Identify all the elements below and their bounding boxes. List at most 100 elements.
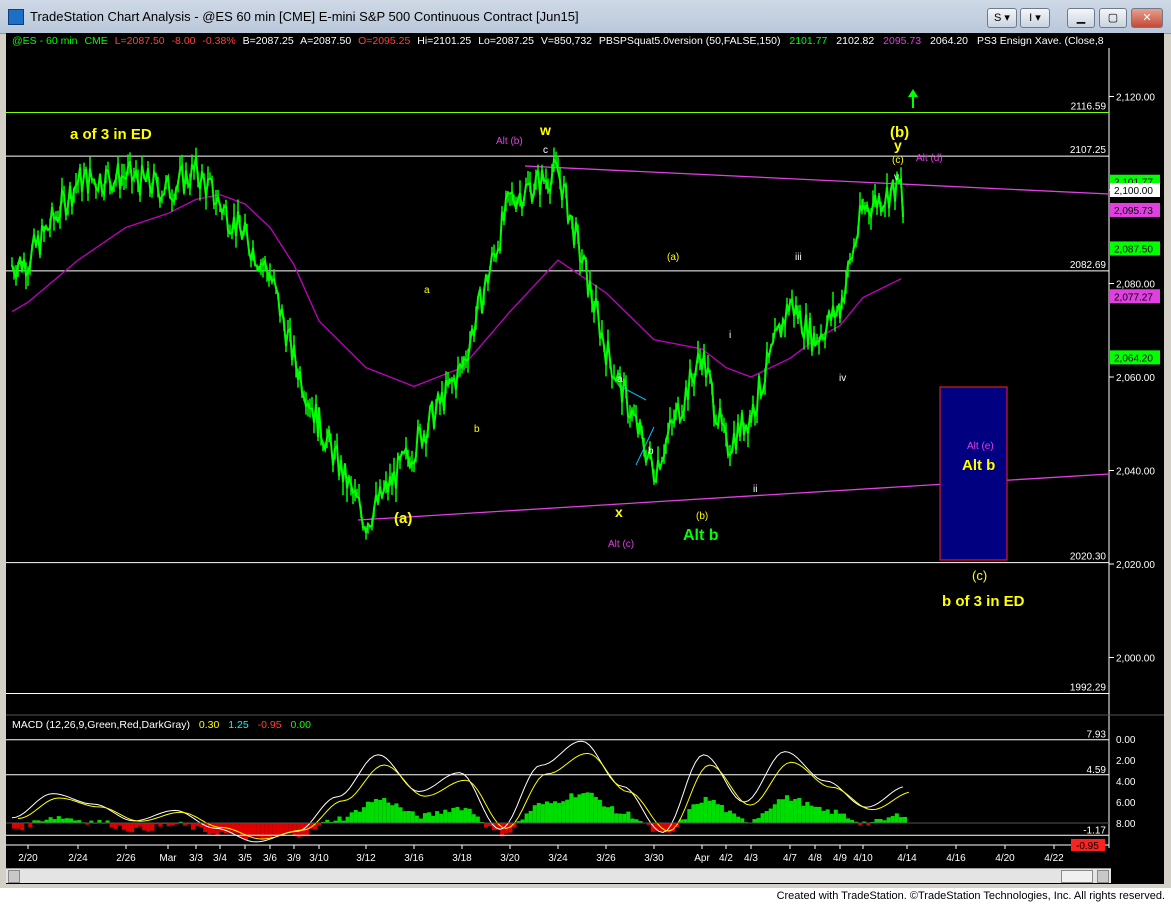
time-tick-label: 3/12 bbox=[356, 853, 376, 864]
level-label: 2116.59 bbox=[1071, 101, 1107, 112]
macd-hist-bar bbox=[264, 823, 269, 839]
last-value-label: 2,100.00 bbox=[1114, 186, 1153, 197]
macd-hist-bar bbox=[736, 816, 741, 824]
time-tick-label: 4/20 bbox=[995, 853, 1015, 864]
macd-hist-bar bbox=[252, 823, 257, 837]
macd-hist-bar bbox=[825, 809, 830, 824]
macd-hist-bar bbox=[601, 806, 606, 824]
time-tick-label: 2/20 bbox=[18, 853, 38, 864]
last-value-label: 2,095.73 bbox=[1114, 206, 1153, 217]
macd-level-label: 4.59 bbox=[1087, 765, 1107, 776]
macd-axis: 8.00 6.00 4.00 2.00 0.00 7.93 4.59 -1.17 -0.95 bbox=[6, 730, 1136, 852]
macd-hist-bar bbox=[776, 799, 781, 824]
macd-hist-bar bbox=[549, 803, 554, 824]
macd-hist-bar bbox=[728, 810, 733, 824]
macd-hist-bar bbox=[614, 813, 619, 824]
wave-label: v bbox=[894, 172, 899, 183]
price-tick-label: 2,120.00 bbox=[1116, 93, 1155, 104]
macd-hist-bar bbox=[471, 814, 476, 824]
symbol-s-label: S bbox=[994, 12, 1002, 24]
time-tick-label: 3/20 bbox=[500, 853, 520, 864]
macd-hist-bar bbox=[797, 797, 802, 824]
macd-hist-bar bbox=[483, 823, 488, 828]
macd-hist-bar bbox=[129, 823, 135, 833]
macd-hist-bar bbox=[687, 809, 692, 824]
header-bid: B=2087.25 bbox=[243, 35, 294, 47]
scroll-right-icon[interactable] bbox=[1097, 870, 1109, 883]
time-tick-label: 3/24 bbox=[548, 853, 568, 864]
macd-tick-label: 8.00 bbox=[1116, 819, 1136, 830]
macd-hist-bar bbox=[723, 812, 728, 824]
macd-v3: -0.95 bbox=[258, 719, 282, 731]
time-axis: 2/20 2/24 2/26 Mar 3/3 3/4 3/5 3/6 3/9 3/10 3/12 3/… bbox=[18, 845, 1064, 864]
macd-hist-bar bbox=[402, 811, 407, 824]
macd-series bbox=[11, 740, 910, 843]
header-indicator2: PS3 Ensign Xave. (Close,8 bbox=[977, 35, 1104, 47]
time-tick-label: Mar bbox=[159, 853, 177, 864]
macd-hist-bar bbox=[443, 809, 448, 824]
scroll-left-icon[interactable] bbox=[8, 870, 20, 883]
last-value-label: 2,064.20 bbox=[1114, 353, 1153, 364]
price-tick-label: 2,080.00 bbox=[1116, 280, 1155, 291]
time-tick-label: 4/7 bbox=[783, 853, 797, 864]
macd-level-label: -1.17 bbox=[1083, 825, 1106, 836]
header-exchange: CME bbox=[84, 35, 107, 47]
macd-level-label: 7.93 bbox=[1087, 730, 1107, 741]
time-tick-label: 4/9 bbox=[833, 853, 847, 864]
macd-hist-bar bbox=[585, 792, 590, 824]
time-tick-label: 4/22 bbox=[1044, 853, 1064, 864]
macd-label: MACD (12,26,9,Green,Red,DarkGray) bbox=[12, 719, 190, 731]
time-tick-label: 4/8 bbox=[808, 853, 822, 864]
macd-hist-bar bbox=[284, 823, 289, 834]
price-series bbox=[11, 147, 904, 540]
macd-hist-bar bbox=[142, 823, 147, 831]
price-line bbox=[11, 156, 904, 534]
status-bar: Created with TradeStation. ©TradeStation… bbox=[0, 888, 1171, 905]
header-indicator: PBSPSquat5.0version (50,FALSE,150) bbox=[599, 35, 781, 47]
macd-hist-bar bbox=[801, 805, 806, 824]
macd-hist-bar bbox=[833, 809, 838, 824]
macd-v1: 0.30 bbox=[199, 719, 220, 731]
level-label: 1992.29 bbox=[1070, 683, 1107, 694]
macd-hist-bar bbox=[451, 807, 456, 824]
wave-label: ii bbox=[753, 484, 757, 495]
level-label: 2082.69 bbox=[1070, 260, 1107, 271]
macd-hist-bar bbox=[475, 816, 480, 824]
horizontal-scrollbar[interactable] bbox=[6, 868, 1111, 883]
header-high: Hi=2101.25 bbox=[417, 35, 471, 47]
header-v4: 2064.20 bbox=[930, 35, 968, 47]
wave-label: i bbox=[729, 330, 731, 341]
macd-hist-bar bbox=[191, 823, 196, 830]
macd-tick-label: 4.00 bbox=[1116, 777, 1136, 788]
macd-hist-bar bbox=[789, 800, 794, 824]
macd-hist-bar bbox=[158, 823, 163, 827]
chart-svg[interactable]: @ES - 60 min CME L=2087.50 -8.00 -0.38% … bbox=[6, 33, 1164, 884]
chart-area[interactable]: @ES - 60 min CME L=2087.50 -8.00 -0.38% … bbox=[6, 33, 1164, 884]
minimize-icon[interactable]: ▁ bbox=[1067, 8, 1095, 28]
time-tick-label: 4/10 bbox=[853, 853, 873, 864]
macd-hist-bar bbox=[695, 804, 700, 824]
macd-hist-bar bbox=[16, 823, 21, 829]
time-tick-label: 3/6 bbox=[263, 853, 277, 864]
macd-hist-bar bbox=[386, 802, 391, 824]
macd-hist-bar bbox=[707, 800, 712, 824]
macd-hist-bar bbox=[349, 812, 354, 824]
macd-hist-bar bbox=[426, 812, 432, 824]
macd-hist-bar bbox=[626, 811, 631, 824]
close-icon[interactable]: ✕ bbox=[1131, 8, 1163, 28]
macd-hist-bar bbox=[691, 804, 696, 824]
symbol-s-button[interactable]: S ▾ bbox=[987, 8, 1017, 28]
scroll-thumb[interactable] bbox=[1061, 870, 1093, 883]
header-low: Lo=2087.25 bbox=[478, 35, 534, 47]
macd-hist-bar bbox=[243, 823, 248, 841]
macd-hist-bar bbox=[353, 809, 358, 824]
maximize-icon[interactable]: ▢ bbox=[1099, 8, 1127, 28]
upper-trendline bbox=[524, 165, 1110, 195]
macd-hist-bar bbox=[569, 793, 574, 824]
macd-v2: 1.25 bbox=[228, 719, 249, 731]
macd-hist-bar bbox=[561, 801, 566, 824]
symbol-i-button[interactable]: I ▾ bbox=[1020, 8, 1050, 28]
wave-label: a bbox=[424, 285, 430, 296]
macd-hist-bar bbox=[577, 794, 582, 824]
time-tick-label: 4/3 bbox=[744, 853, 758, 864]
